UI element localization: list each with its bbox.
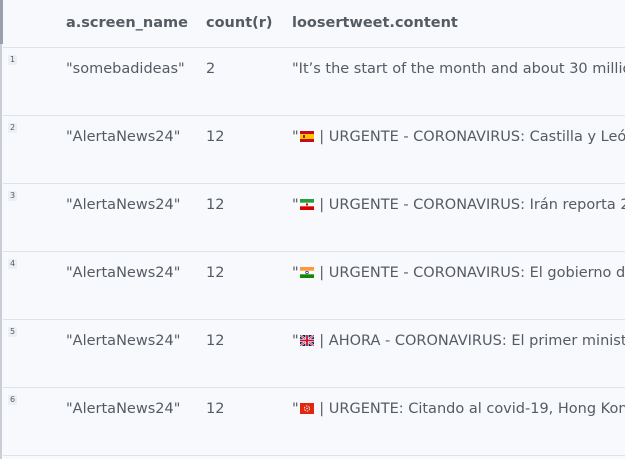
uk-flag-icon	[299, 335, 314, 346]
cell-content[interactable]: " | URGENTE: Citando al covid-19, Hong K…	[292, 401, 625, 417]
content-text: | URGENTE - CORONAVIRUS: El gobierno de	[314, 265, 625, 281]
table-row[interactable]: 2 "AlertaNews24" 12 " | URGENTE - CORONA…	[3, 116, 625, 184]
row-number: 2	[8, 123, 18, 133]
table-row[interactable]: 3 "AlertaNews24" 12 " | URGENTE - CORONA…	[3, 184, 625, 252]
table-row[interactable]: 1 "somebadideas" 2 "It’s the start of th…	[3, 48, 625, 116]
column-header-count[interactable]: count(r)	[206, 15, 273, 31]
quote-mark: "	[292, 61, 299, 77]
hong-kong-flag-icon	[299, 403, 314, 414]
cell-screen-name[interactable]: "AlertaNews24"	[66, 265, 180, 281]
quote-mark: "	[292, 197, 299, 213]
quote-mark: "	[292, 265, 299, 281]
quote-mark: "	[292, 401, 299, 417]
table-row[interactable]: 6 "AlertaNews24" 12 " | URGENTE: Citando…	[3, 388, 625, 456]
cell-screen-name[interactable]: "AlertaNews24"	[66, 401, 180, 417]
row-number: 3	[8, 191, 18, 201]
content-text: | URGENTE: Citando al covid-19, Hong Kon…	[314, 401, 625, 417]
iran-flag-icon	[299, 199, 314, 210]
cell-content[interactable]: " | URGENTE - CORONAVIRUS: Irán reporta …	[292, 197, 625, 213]
table-header-row: a.screen_name count(r) loosertweet.conte…	[3, 0, 625, 48]
quote-mark: "	[292, 333, 299, 349]
cell-count[interactable]: 12	[206, 401, 224, 417]
row-number: 4	[8, 259, 18, 269]
cell-content[interactable]: " | AHORA - CORONAVIRUS: El primer minis…	[292, 333, 625, 349]
cell-content[interactable]: " | URGENTE - CORONAVIRUS: Castilla y Le…	[292, 129, 625, 145]
cell-count[interactable]: 2	[206, 61, 215, 77]
content-text: It’s the start of the month and about 30…	[298, 61, 625, 77]
cell-screen-name[interactable]: "AlertaNews24"	[66, 333, 180, 349]
row-number: 1	[8, 55, 18, 65]
cell-count[interactable]: 12	[206, 129, 224, 145]
cell-screen-name[interactable]: "somebadideas"	[66, 61, 185, 77]
row-number: 5	[8, 327, 18, 337]
cell-count[interactable]: 12	[206, 333, 224, 349]
cell-count[interactable]: 12	[206, 265, 224, 281]
content-text: | AHORA - CORONAVIRUS: El primer ministr…	[314, 333, 625, 349]
column-header-screen-name[interactable]: a.screen_name	[66, 15, 188, 31]
spain-flag-icon	[299, 131, 314, 142]
column-header-content[interactable]: loosertweet.content	[292, 15, 458, 31]
cell-screen-name[interactable]: "AlertaNews24"	[66, 129, 180, 145]
content-text: | URGENTE - CORONAVIRUS: Castilla y León	[314, 129, 625, 145]
cell-screen-name[interactable]: "AlertaNews24"	[66, 197, 180, 213]
india-flag-icon	[299, 267, 314, 278]
cell-content[interactable]: " | URGENTE - CORONAVIRUS: El gobierno d…	[292, 265, 625, 281]
table-row[interactable]: 5 "AlertaNews24" 12 " | AHORA - CORONAVI…	[3, 320, 625, 388]
table-left-border	[0, 0, 2, 459]
table-row[interactable]: 4 "AlertaNews24" 12 " | URGENTE - CORONA…	[3, 252, 625, 320]
row-number: 6	[8, 395, 18, 405]
result-table: a.screen_name count(r) loosertweet.conte…	[0, 0, 625, 459]
quote-mark: "	[292, 129, 299, 145]
cell-content[interactable]: "It’s the start of the month and about 3…	[292, 61, 625, 77]
cell-count[interactable]: 12	[206, 197, 224, 213]
content-text: | URGENTE - CORONAVIRUS: Irán reporta 26	[314, 197, 625, 213]
